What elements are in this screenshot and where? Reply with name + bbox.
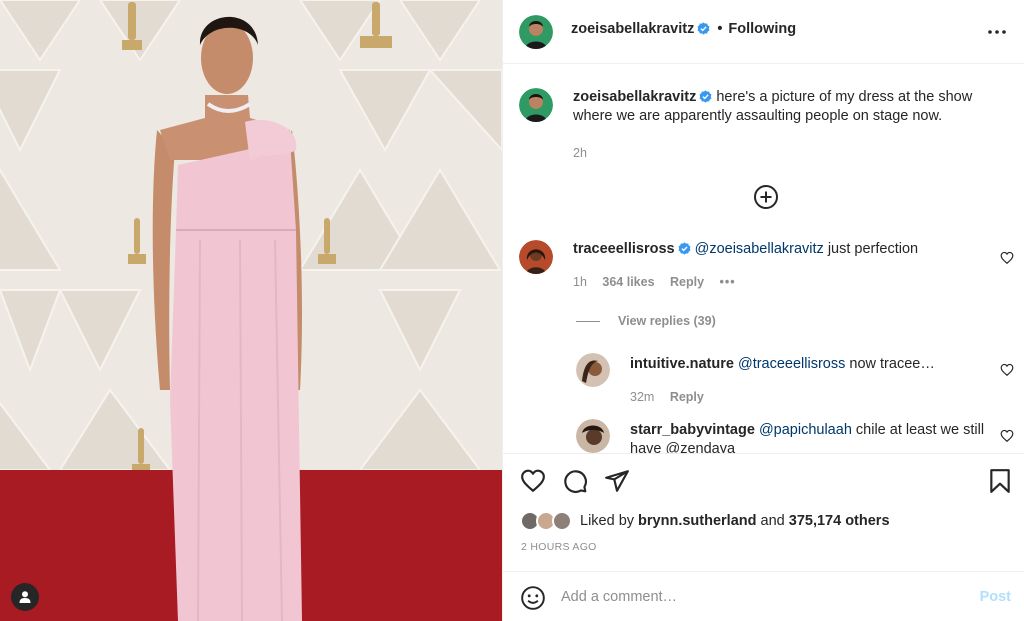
comment-options-button[interactable]: ••• [720,275,736,289]
post-header: zoeisabellakravitz • Following [503,0,1024,64]
likes-others[interactable]: 375,174 others [789,513,890,529]
header-username[interactable]: zoeisabellakravitz [571,21,694,37]
verified-badge-icon [697,22,710,35]
reply-like-heart-icon[interactable] [1000,429,1014,443]
avatar[interactable] [519,15,553,49]
post-timestamp[interactable]: 2 HOURS AGO [521,541,597,553]
reply-text: now tracee… [849,356,935,372]
liker-avatars [520,510,576,532]
likes-middle: and [760,513,785,529]
likes-user[interactable]: brynn.sutherland [638,513,756,529]
comment-text: just perfection [827,241,919,257]
view-replies-button[interactable]: View replies (39) [576,314,716,328]
likes-prefix: Liked by [580,513,635,529]
comment-mention[interactable]: @zoeisabellakravitz [695,241,824,257]
reply-meta: 32m Reply [630,388,990,407]
add-comment-bar: Post [503,571,1024,621]
more-horizontal-icon[interactable] [985,20,1009,44]
caption-username[interactable]: zoeisabellakravitz [573,89,696,105]
comment-time: 1h [573,275,587,289]
post-comment-button[interactable]: Post [980,589,1011,605]
comment: traceeellisross @zoeisabellakravitz just… [573,240,993,292]
reply-username[interactable]: starr_babyvintage [630,422,755,438]
comment-input[interactable] [561,584,961,610]
emoji-icon[interactable] [520,585,546,611]
comment-like-heart-icon[interactable] [1000,251,1014,265]
post-actions: Liked by brynn.sutherland and 375,174 ot… [503,453,1024,571]
view-replies-label: View replies (39) [618,314,716,328]
reply: starr_babyvintage @papichulaah chile at … [630,421,990,453]
reply-avatar[interactable] [576,353,610,387]
reply-avatar[interactable] [576,419,610,453]
avatar [552,511,572,531]
comment-username[interactable]: traceeellisross [573,241,675,257]
post-details: zoeisabellakravitz • Following zoeisabella… [502,0,1024,621]
reply: intuitive.nature @traceeellisross now tr… [630,355,990,407]
caption-time: 2h [573,146,587,160]
reply-time: 32m [630,390,655,404]
reply-username[interactable]: intuitive.nature [630,356,734,372]
commenter-avatar[interactable] [519,240,553,274]
likes-summary: Liked by brynn.sutherland and 375,174 ot… [520,510,890,532]
comments-list[interactable]: zoeisabellakravitz here's a picture of m… [503,64,1024,453]
following-button[interactable]: Following [728,21,796,37]
verified-badge-icon [678,242,691,255]
caption: zoeisabellakravitz here's a picture of m… [573,88,1003,163]
caption-avatar[interactable] [519,88,553,122]
comment-reply-button[interactable]: Reply [670,275,704,289]
post-photo[interactable] [0,0,502,621]
comment-likes[interactable]: 364 likes [602,275,654,289]
red-carpet-photo [0,0,502,621]
reply-mention[interactable]: @traceeellisross [738,356,845,372]
heart-icon[interactable] [520,468,546,494]
verified-badge-icon [699,90,712,103]
tagged-user-button[interactable] [11,583,39,611]
person-icon [19,591,31,603]
comment-meta: 1h 364 likes Reply ••• [573,273,993,292]
header-user-line: zoeisabellakravitz • Following [571,21,796,37]
reply-like-heart-icon[interactable] [1000,363,1014,377]
header-separator: • [717,21,723,37]
plus-circle-icon[interactable] [753,184,779,210]
bookmark-icon[interactable] [987,468,1013,494]
reply-reply-button[interactable]: Reply [670,390,704,404]
comment-icon[interactable] [562,468,588,494]
divider-line [576,321,600,323]
reply-mention[interactable]: @papichulaah [759,422,852,438]
send-icon[interactable] [604,468,630,494]
